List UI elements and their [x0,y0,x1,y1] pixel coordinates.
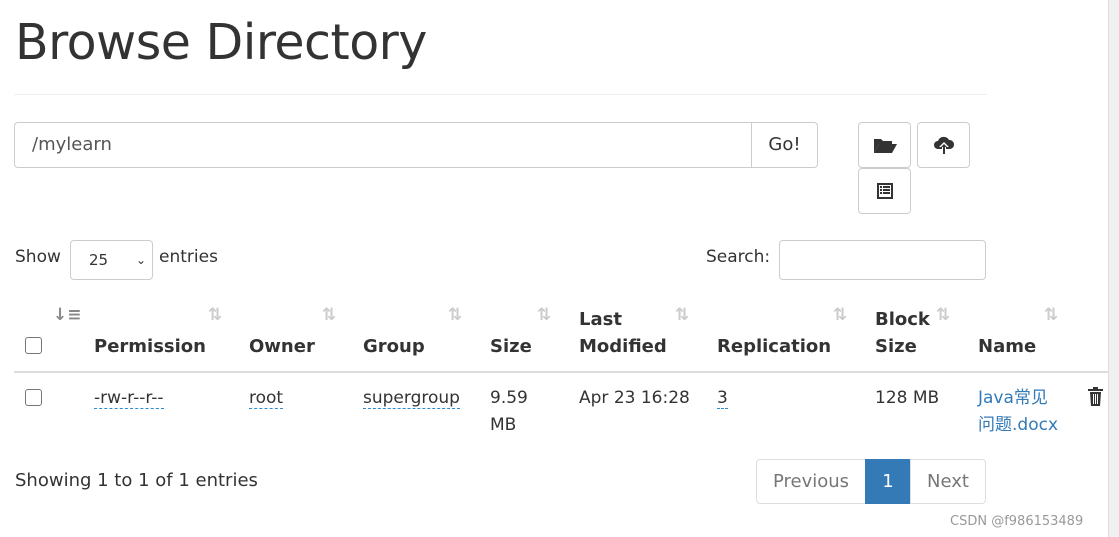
column-header-owner[interactable]: Owner [249,306,315,360]
cloud-upload-icon [933,136,954,154]
chevron-down-icon: ⌄ [135,253,146,267]
column-header-group[interactable]: Group [363,306,425,360]
owner-cell[interactable]: root [249,388,284,409]
show-label: Show [15,247,61,267]
size-cell: 9.59 MB [490,388,528,435]
page-1-button[interactable]: 1 [865,459,911,504]
sort-icon[interactable]: ⇅ [675,305,689,325]
file-name-link[interactable]: Java常见 问题.docx [978,385,1058,439]
list-alt-icon [876,183,893,199]
entries-value: 25 [89,251,109,269]
sort-icon[interactable]: ⇅ [936,305,950,325]
select-all-checkbox[interactable] [25,337,42,354]
scrollbar[interactable] [1108,0,1119,537]
row-checkbox[interactable] [25,389,42,406]
group-cell[interactable]: supergroup [363,388,460,409]
search-label: Search: [706,247,771,267]
sort-icon[interactable]: ⇅ [833,305,847,325]
divider [14,94,987,95]
entries-select[interactable]: 25 ⌄ [70,240,153,280]
go-button[interactable]: Go! [751,122,818,168]
sort-icon[interactable]: ⇅ [537,305,551,325]
header-divider [14,371,1108,373]
sort-icon[interactable]: ⇅ [208,305,222,325]
create-directory-button[interactable] [858,122,911,168]
block-size-cell: 128 MB [875,388,940,408]
column-header-size[interactable]: Size [490,306,532,360]
path-input[interactable]: /mylearn [14,122,752,168]
trash-icon[interactable] [1087,387,1104,406]
column-header-permission[interactable]: Permission [94,306,206,360]
table-info: Showing 1 to 1 of 1 entries [15,470,258,491]
replication-cell[interactable]: 3 [717,388,728,409]
previous-button[interactable]: Previous [756,459,866,504]
sort-icon[interactable]: ⇅ [1044,305,1058,325]
column-header-name[interactable]: Name [978,306,1036,360]
search-input[interactable] [779,240,986,280]
cut-paste-button[interactable] [858,168,911,214]
sort-icon[interactable]: ⇅ [322,305,336,325]
column-header-size[interactable]: Block Size [875,306,930,360]
page-title: Browse Directory [15,14,427,71]
modified-cell: Apr 23 16:28 [579,388,690,408]
entries-label: entries [159,247,218,267]
next-button[interactable]: Next [910,459,986,504]
folder-open-icon [873,139,897,153]
column-header-replication[interactable]: Replication [717,306,831,360]
watermark: CSDN @f986153489 [950,514,1084,529]
upload-button[interactable] [917,122,970,168]
permission-cell[interactable]: -rw-r--r-- [94,388,164,409]
column-header-modified[interactable]: Last Modified [579,306,667,360]
sort-asc-icon[interactable]: ↓≡ [53,305,82,325]
sort-icon[interactable]: ⇅ [448,305,462,325]
